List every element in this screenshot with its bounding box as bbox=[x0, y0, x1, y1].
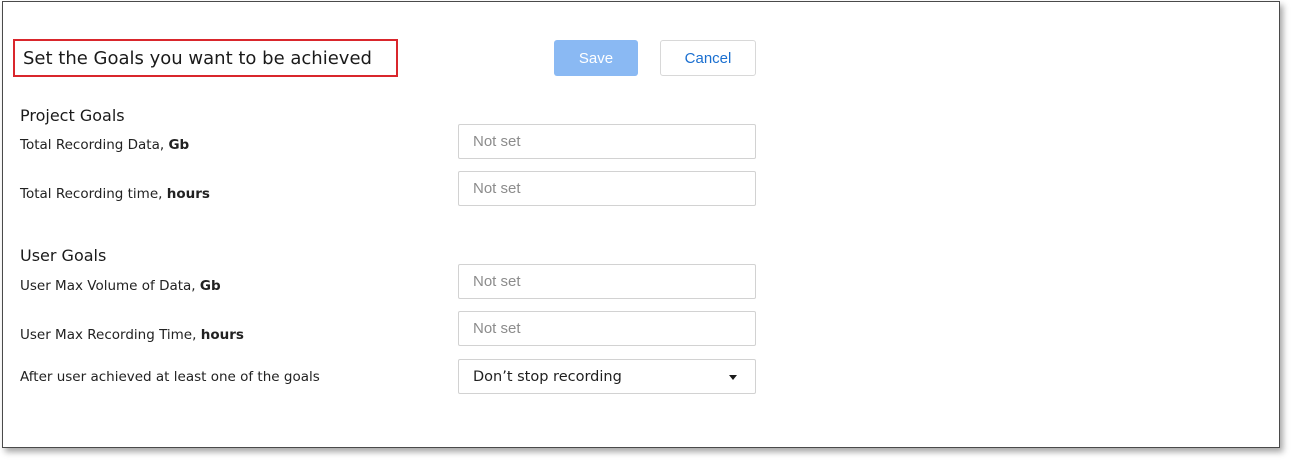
page-title: Set the Goals you want to be achieved bbox=[13, 39, 398, 77]
after-goal-selected-value: Don’t stop recording bbox=[473, 368, 622, 385]
total-recording-data-label: Total Recording Data, Gb bbox=[20, 137, 189, 153]
user-max-recording-time-input[interactable] bbox=[458, 311, 756, 346]
user-max-recording-time-unit: hours bbox=[200, 327, 244, 343]
total-recording-time-label: Total Recording time, hours bbox=[20, 186, 210, 202]
page-title-text: Set the Goals you want to be achieved bbox=[23, 47, 372, 69]
user-max-volume-label-text: User Max Volume of Data, bbox=[20, 278, 200, 294]
user-max-volume-unit: Gb bbox=[199, 278, 221, 294]
total-recording-time-label-text: Total Recording time, bbox=[20, 186, 167, 202]
user-max-recording-time-label: User Max Recording Time, hours bbox=[20, 327, 244, 343]
user-goals-title: User Goals bbox=[20, 246, 107, 265]
user-max-volume-label: User Max Volume of Data, Gb bbox=[20, 278, 221, 294]
user-max-volume-input[interactable] bbox=[458, 264, 756, 299]
project-goals-title: Project Goals bbox=[20, 106, 125, 125]
user-max-recording-time-label-text: User Max Recording Time, bbox=[20, 327, 201, 343]
after-goal-select[interactable]: Don’t stop recording bbox=[458, 359, 756, 394]
total-recording-data-unit: Gb bbox=[168, 137, 190, 153]
chevron-down-icon bbox=[729, 375, 737, 380]
total-recording-data-label-text: Total Recording Data, bbox=[20, 137, 169, 153]
cancel-button[interactable]: Cancel bbox=[660, 40, 756, 76]
after-goal-label: After user achieved at least one of the … bbox=[20, 369, 320, 385]
total-recording-time-input[interactable] bbox=[458, 171, 756, 206]
goals-panel: Set the Goals you want to be achieved Sa… bbox=[2, 1, 1280, 448]
save-button[interactable]: Save bbox=[554, 40, 638, 76]
total-recording-time-unit: hours bbox=[166, 186, 210, 202]
total-recording-data-input[interactable] bbox=[458, 124, 756, 159]
